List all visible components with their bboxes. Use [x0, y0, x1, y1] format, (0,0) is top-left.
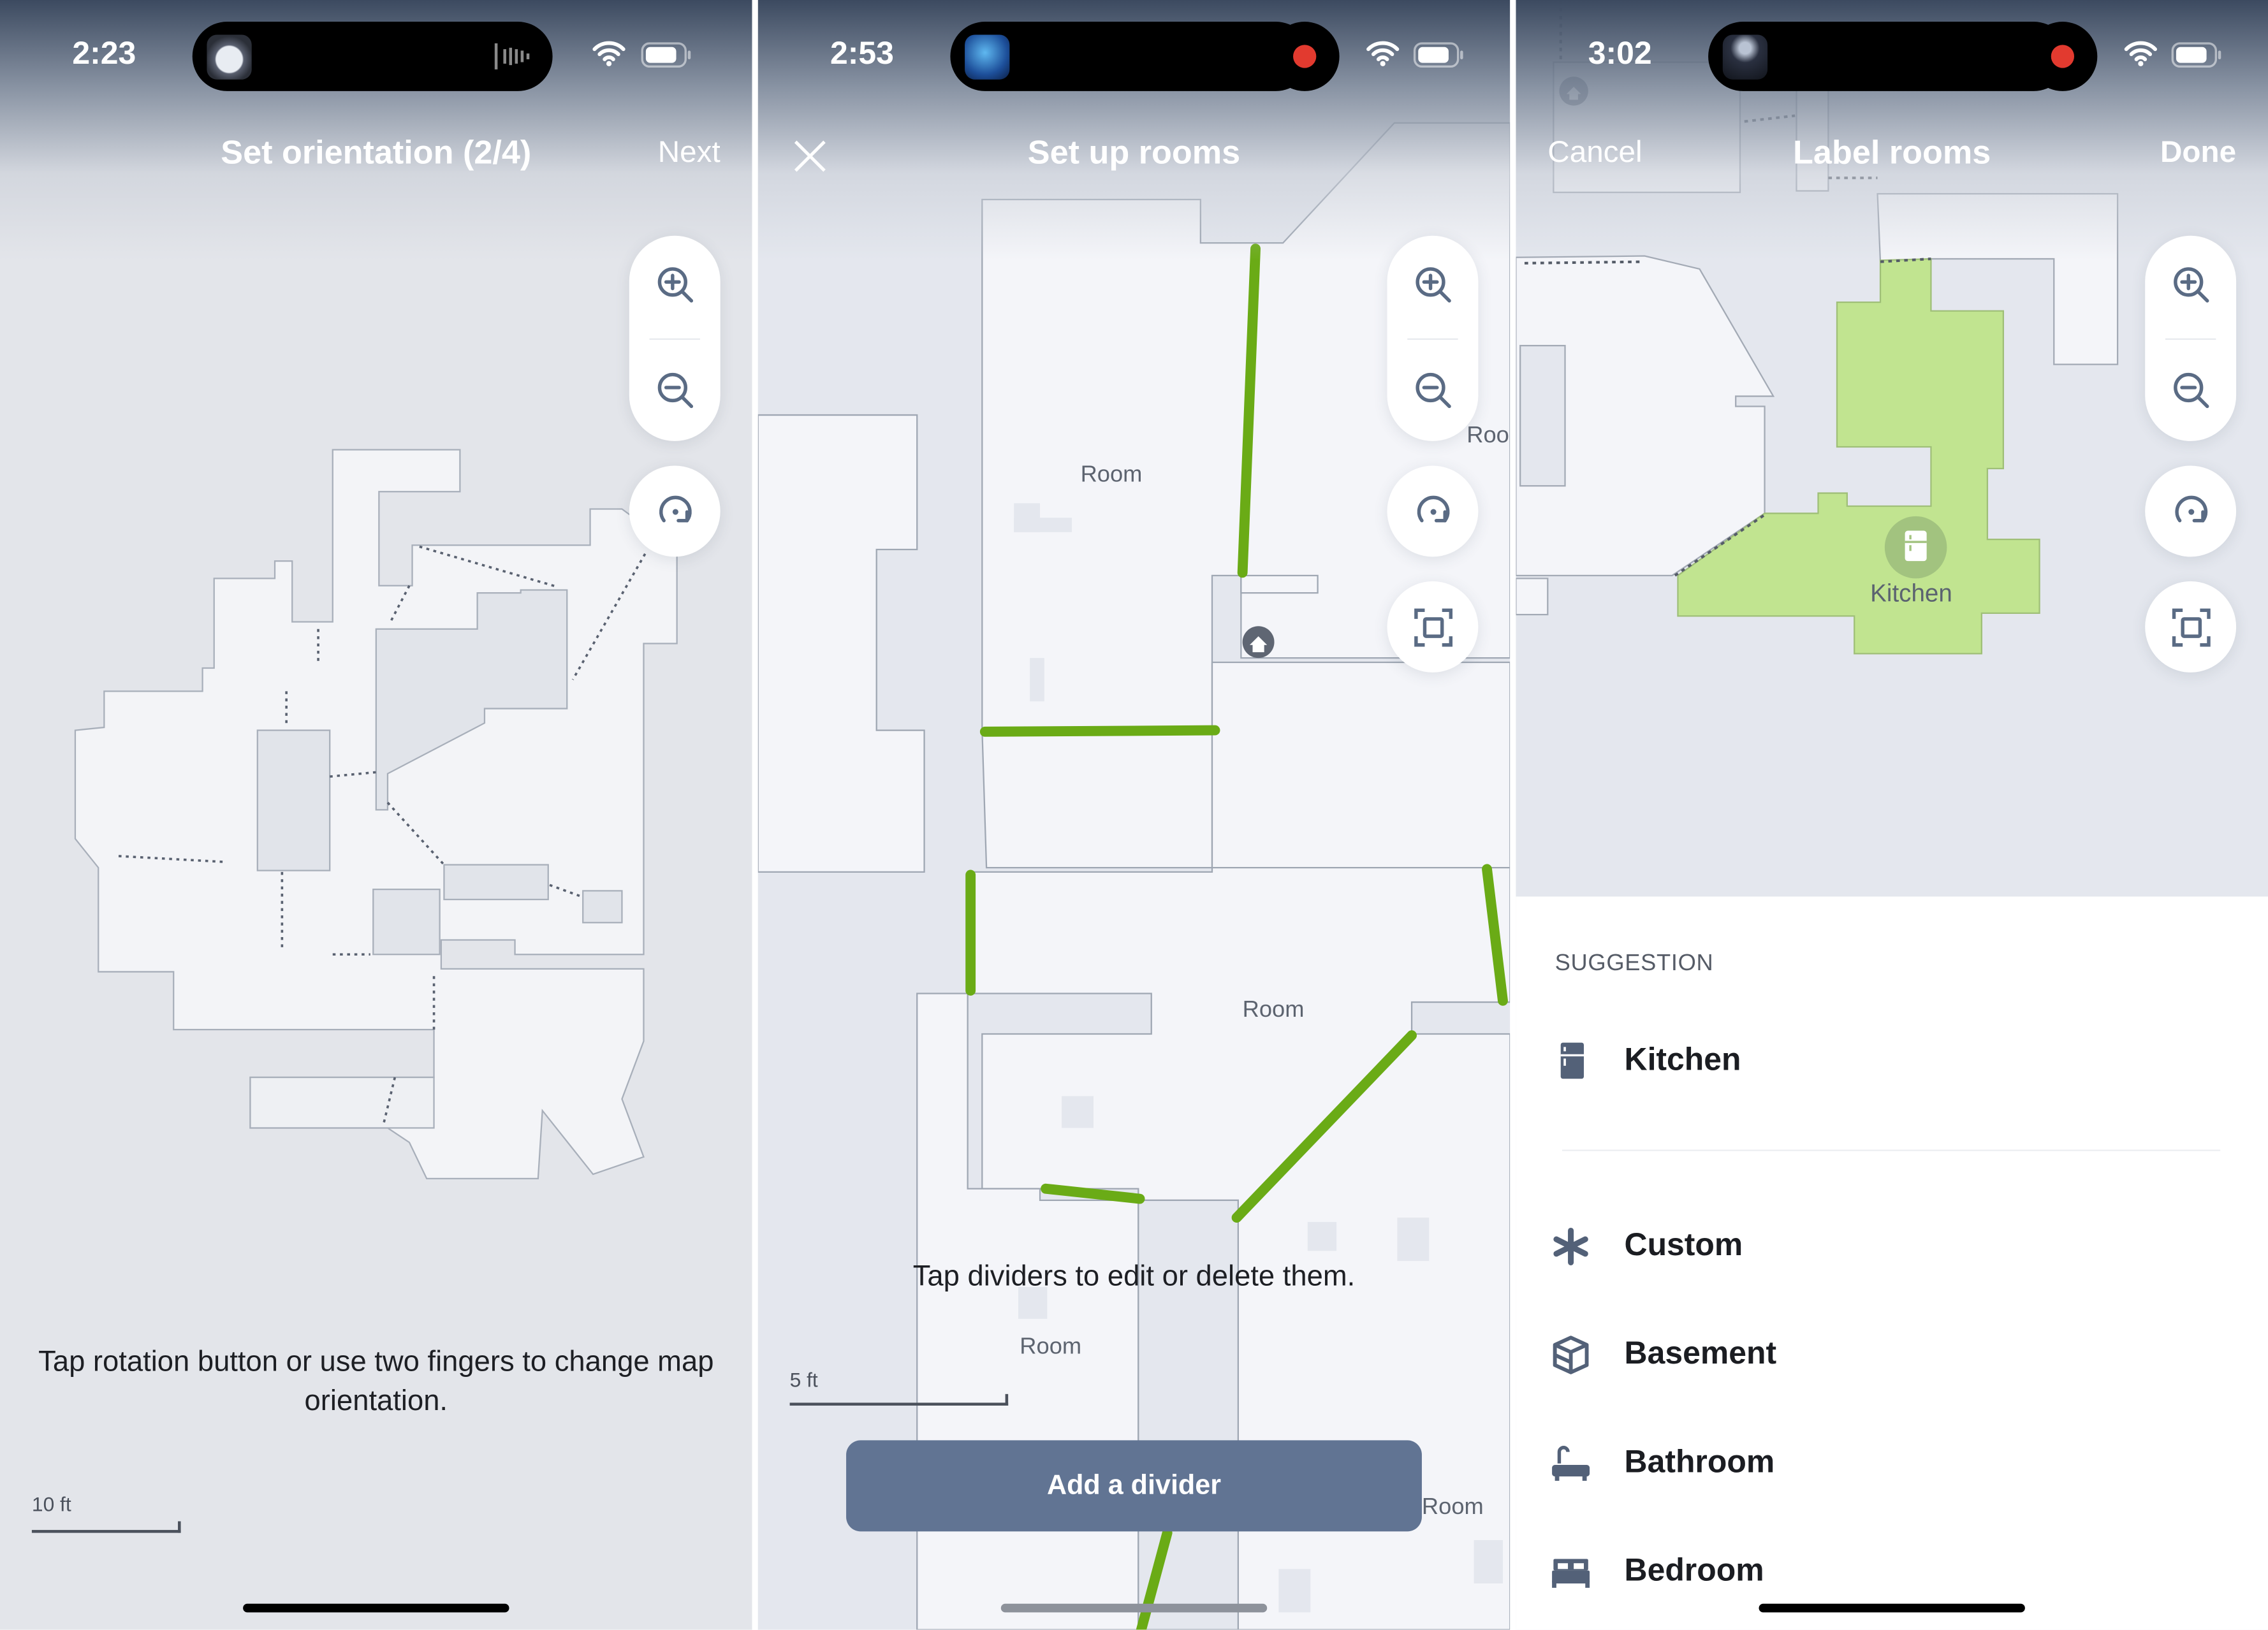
room-label[interactable]: Room: [1422, 1495, 1484, 1522]
orientation-hint: Tap rotation button or use two fingers t…: [38, 1346, 714, 1418]
wifi-icon: [592, 41, 626, 67]
item-label: Kitchen: [1624, 1041, 1741, 1078]
asterisk-icon: [1553, 1227, 1588, 1265]
item-label: Basement: [1624, 1334, 1777, 1371]
add-divider-button[interactable]: Add a divider: [846, 1440, 1422, 1532]
fridge-icon: [1905, 530, 1927, 562]
divider-line: [1041, 1183, 1145, 1204]
fridge-icon: [1560, 1042, 1584, 1079]
record-dot-icon: [2051, 45, 2075, 68]
battery-icon: [641, 42, 693, 68]
option-bedroom[interactable]: Bedroom: [1516, 1534, 2268, 1606]
now-playing-artwork: [207, 34, 252, 80]
rotate-icon: [1412, 490, 1455, 534]
now-playing-artwork: [1722, 34, 1768, 80]
home-indicator[interactable]: [243, 1603, 509, 1613]
zoom-controls: [1387, 235, 1479, 441]
dynamic-island[interactable]: [1708, 22, 2068, 91]
zoom-separator: [2165, 338, 2216, 340]
room-label[interactable]: Roo: [1467, 424, 1509, 450]
screenshot-collage: 2:23 Set orientation (2/4) Next Tap rota…: [0, 0, 2268, 1630]
audio-waveform-icon: [494, 43, 530, 69]
option-basement[interactable]: Basement: [1516, 1318, 2268, 1390]
panel-divider: [1510, 0, 1516, 1630]
bed-icon: [1552, 1559, 1590, 1588]
room-label[interactable]: Room: [1243, 998, 1305, 1024]
suggestion-kitchen[interactable]: Kitchen: [1516, 1024, 2268, 1096]
scale-bar: [789, 1394, 1009, 1406]
battery-icon: [2171, 42, 2223, 68]
dynamic-island[interactable]: [950, 22, 1311, 91]
zoom-out-icon[interactable]: [1412, 368, 1455, 412]
dividers-hint: Tap dividers to edit or delete them.: [912, 1261, 1356, 1293]
room-name-sheet: SUGGESTION Kitchen Custom Basement Bathr…: [1516, 896, 2268, 1630]
zoom-in-icon[interactable]: [1412, 263, 1455, 307]
box-icon: [1553, 1335, 1589, 1374]
zoom-controls: [629, 235, 721, 441]
rotate-button[interactable]: [1387, 465, 1479, 557]
record-dot-icon: [1293, 45, 1317, 68]
status-time: 3:02: [1588, 34, 1652, 71]
list-separator: [1562, 1149, 2221, 1151]
item-label: Custom: [1624, 1226, 1743, 1263]
set-up-rooms-screen: Room Room Room Room Roo 2:53 Set up room…: [757, 0, 1511, 1630]
option-custom[interactable]: Custom: [1516, 1209, 2268, 1281]
rotate-icon: [2170, 490, 2213, 534]
wifi-icon: [1365, 41, 1400, 67]
screen-recording-indicator[interactable]: [2028, 22, 2098, 91]
wifi-icon: [2123, 41, 2158, 67]
rotate-button[interactable]: [629, 465, 721, 557]
status-time: 2:23: [72, 34, 136, 71]
label-rooms-screen: Kitchen 3:02 Cancel Label rooms Done SUG…: [1516, 0, 2268, 1630]
rotate-button[interactable]: [2145, 465, 2237, 557]
page-title: Set up rooms: [1027, 133, 1241, 171]
home-indicator[interactable]: [1000, 1603, 1268, 1613]
room-label[interactable]: Kitchen: [1870, 580, 1952, 609]
zoom-in-icon[interactable]: [654, 263, 697, 307]
set-orientation-screen: 2:23 Set orientation (2/4) Next Tap rota…: [0, 0, 752, 1630]
page-title: Set orientation (2/4): [221, 133, 532, 171]
fit-frame-icon: [2170, 606, 2213, 650]
item-label: Bathroom: [1624, 1443, 1775, 1480]
option-bathroom[interactable]: Bathroom: [1516, 1426, 2268, 1498]
panel-divider: [752, 0, 758, 1630]
dynamic-island[interactable]: [192, 22, 553, 91]
floor-map[interactable]: [757, 0, 1511, 1630]
rotate-icon: [654, 490, 697, 534]
item-label: Bedroom: [1624, 1552, 1764, 1588]
bathtub-icon: [1552, 1446, 1590, 1481]
zoom-out-icon[interactable]: [2170, 368, 2213, 412]
done-button[interactable]: Done: [2160, 136, 2236, 170]
next-button[interactable]: Next: [658, 136, 721, 170]
page-title: Label rooms: [1793, 133, 1991, 171]
divider-line: [979, 725, 1220, 737]
status-time: 2:53: [830, 34, 894, 71]
zoom-in-icon[interactable]: [2170, 263, 2213, 307]
zoom-separator: [1407, 338, 1458, 340]
scale-bar: [31, 1521, 181, 1533]
room-label[interactable]: Room: [1081, 463, 1143, 489]
room-label[interactable]: Room: [1020, 1335, 1081, 1361]
fit-map-button[interactable]: [2145, 581, 2237, 673]
screen-recording-indicator[interactable]: [1269, 22, 1340, 91]
section-header: SUGGESTION: [1555, 951, 1714, 977]
zoom-separator: [649, 338, 700, 340]
fit-map-button[interactable]: [1387, 581, 1479, 673]
now-playing-artwork: [965, 34, 1010, 80]
zoom-out-icon[interactable]: [654, 368, 697, 412]
scale-label: 10 ft: [31, 1492, 71, 1516]
home-indicator[interactable]: [1759, 1603, 2025, 1613]
kitchen-room-marker[interactable]: [1884, 516, 1947, 579]
fit-frame-icon: [1412, 606, 1455, 650]
scale-label: 5 ft: [789, 1368, 818, 1392]
battery-icon: [1413, 42, 1465, 68]
zoom-controls: [2145, 235, 2237, 441]
